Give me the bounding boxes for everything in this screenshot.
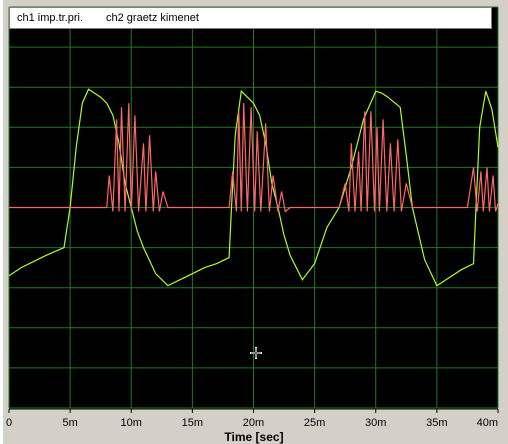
x-tick-label: 15m bbox=[182, 417, 203, 429]
x-tick-label: 10m bbox=[121, 417, 142, 429]
x-tick-label: 40m bbox=[477, 417, 498, 429]
x-tick-label: 25m bbox=[304, 417, 325, 429]
x-axis-label: Time [sec] bbox=[224, 430, 284, 444]
legend-ch1: ch1 imp.tr.pri. bbox=[17, 12, 84, 24]
oscilloscope-plot: 0 5m 10m 15m 20m 25m 30m 35m 40m bbox=[6, 6, 499, 429]
legend: ch1 imp.tr.pri. ch2 graetz kimenet bbox=[9, 7, 492, 29]
legend-ch2: ch2 graetz kimenet bbox=[106, 12, 199, 24]
x-tick-label: 30m bbox=[365, 417, 386, 429]
x-tick-label: 0 bbox=[6, 417, 12, 429]
x-tick-label: 20m bbox=[243, 417, 264, 429]
x-tick-label: 35m bbox=[426, 417, 447, 429]
x-axis: 0 5m 10m 15m 20m 25m 30m 35m 40m bbox=[6, 408, 499, 429]
x-tick-label: 5m bbox=[62, 417, 77, 429]
